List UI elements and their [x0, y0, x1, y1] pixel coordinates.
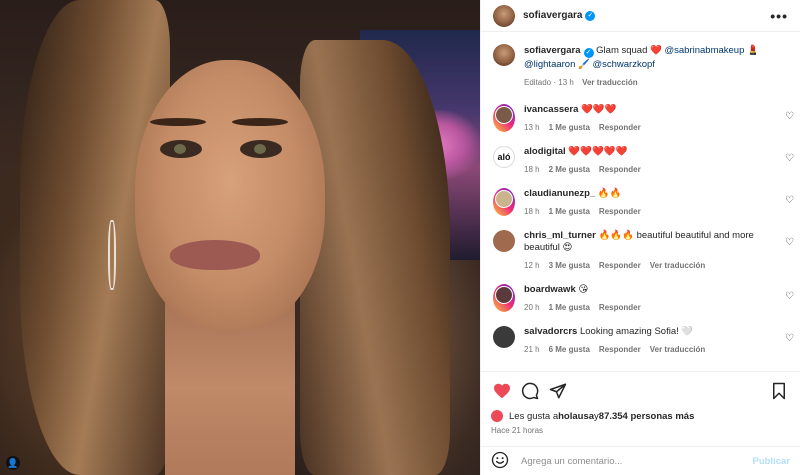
caption: sofiavergara ✓ Glam squad ❤️ @sabrinabmak…: [481, 32, 800, 89]
commenter-username[interactable]: claudianunezp_: [524, 188, 595, 199]
comment-time[interactable]: 18 h: [524, 207, 540, 216]
caption-emoji: 💄: [744, 45, 759, 56]
face: [135, 60, 325, 330]
reply-button[interactable]: Responder: [599, 207, 641, 216]
like-comment-heart-icon[interactable]: ♡: [785, 333, 794, 344]
hair-right: [300, 40, 450, 475]
comments-list[interactable]: sofiavergara ✓ Glam squad ❤️ @sabrinabmak…: [481, 32, 800, 372]
reply-button[interactable]: Responder: [599, 123, 641, 132]
caption-emoji: 🖌️: [575, 59, 593, 70]
comment-icon[interactable]: [519, 380, 541, 402]
comment-input[interactable]: [521, 455, 753, 467]
lips: [170, 240, 260, 270]
reply-button[interactable]: Responder: [599, 345, 641, 354]
reply-button[interactable]: Responder: [599, 261, 641, 270]
comment-time[interactable]: 13 h: [524, 123, 540, 132]
liker-username[interactable]: holausa: [558, 411, 594, 422]
see-translation-link[interactable]: Ver traducción: [650, 261, 706, 270]
comment-likes[interactable]: 3 Me gusta: [549, 261, 590, 270]
caption-time[interactable]: 13 h: [558, 78, 574, 87]
eye-right: [240, 140, 282, 158]
comment-likes[interactable]: 6 Me gusta: [549, 345, 590, 354]
mention-link[interactable]: @sabrinabmakeup: [664, 45, 744, 56]
comment-time[interactable]: 18 h: [524, 165, 540, 174]
comment-row: ivancassera ❤️❤️❤️ 13 h 1 Me gusta Respond…: [481, 104, 800, 132]
author-avatar[interactable]: [493, 4, 515, 27]
liker-avatar[interactable]: [491, 410, 503, 422]
caption-text: Glam squad ❤️: [593, 45, 665, 56]
earring: [108, 220, 116, 290]
comment-time[interactable]: 21 h: [524, 345, 540, 354]
commenter-avatar[interactable]: [493, 230, 515, 252]
like-comment-heart-icon[interactable]: ♡: [785, 291, 794, 302]
eyebrow-right: [232, 118, 288, 126]
commenter-avatar[interactable]: aló: [493, 146, 515, 168]
commenter-username[interactable]: chris_ml_turner: [524, 230, 596, 241]
comment-likes[interactable]: 2 Me gusta: [549, 165, 590, 174]
verified-badge-icon: ✓: [583, 48, 594, 58]
commenter-username[interactable]: ivancassera: [524, 104, 578, 115]
tagged-people-icon[interactable]: 👤: [6, 456, 20, 470]
edited-label: Editado: [524, 78, 552, 87]
comment-row: chris_ml_turner 🔥🔥🔥 beautiful beautiful …: [481, 230, 800, 270]
post-timestamp[interactable]: Hace 21 horas: [491, 426, 543, 435]
mention-link[interactable]: @schwarzkopf: [592, 59, 654, 70]
like-comment-heart-icon[interactable]: ♡: [785, 111, 794, 122]
add-comment-bar: Publicar: [481, 446, 800, 475]
mention-link[interactable]: @lightaaron: [524, 59, 575, 70]
commenter-username[interactable]: salvadorcrs: [524, 326, 577, 337]
like-comment-heart-icon[interactable]: ♡: [785, 237, 794, 248]
more-options-icon[interactable]: •••: [770, 8, 788, 24]
author-username[interactable]: sofiavergara: [523, 10, 582, 21]
comment-time[interactable]: 20 h: [524, 303, 540, 312]
comment-time[interactable]: 12 h: [524, 261, 540, 270]
verified-badge-icon: ✓: [585, 10, 596, 21]
see-translation-link[interactable]: Ver traducción: [650, 345, 706, 354]
like-comment-heart-icon[interactable]: ♡: [785, 153, 794, 164]
bookmark-icon[interactable]: [768, 380, 790, 402]
comment-row: claudianunezp_ 🔥🔥 18 h 1 Me gusta Responde…: [481, 188, 800, 216]
commenter-username[interactable]: boardwawk: [524, 284, 576, 295]
comment-row: boardwawk 😘 20 h 1 Me gusta Responder ♡: [481, 284, 800, 312]
like-comment-heart-icon[interactable]: ♡: [785, 195, 794, 206]
publish-button[interactable]: Publicar: [753, 456, 791, 467]
post-header: sofiavergara ✓ •••: [481, 0, 800, 32]
comment-text: 😘: [578, 284, 589, 295]
commenter-avatar[interactable]: [493, 326, 515, 348]
post-photo[interactable]: 👤: [0, 0, 480, 475]
caption-username[interactable]: sofiavergara: [524, 45, 581, 56]
commenter-avatar[interactable]: [493, 284, 515, 312]
likes-prefix: Les gusta a: [509, 410, 559, 422]
eyebrow-left: [150, 118, 206, 126]
comment-text: 🔥🔥: [597, 188, 622, 199]
comment-text: ❤️❤️❤️❤️❤️: [568, 146, 628, 157]
commenter-username[interactable]: alodigital: [524, 146, 566, 157]
eye-left: [160, 140, 202, 158]
likes-summary[interactable]: Les gusta a holausa y 87.354 personas má…: [491, 410, 694, 422]
comment-likes[interactable]: 1 Me gusta: [549, 303, 590, 312]
reply-button[interactable]: Responder: [599, 303, 641, 312]
comment-text: Looking amazing Sofia! 🤍: [579, 326, 694, 337]
caption-avatar[interactable]: [493, 44, 515, 66]
share-icon[interactable]: [547, 380, 569, 402]
comment-likes[interactable]: 1 Me gusta: [549, 123, 590, 132]
post-actions-bar: [481, 378, 800, 404]
emoji-icon[interactable]: [491, 451, 509, 472]
reply-button[interactable]: Responder: [599, 165, 641, 174]
post-dialog: 👤 sofiavergara ✓ ••• sofiavergara ✓ Glam …: [0, 0, 800, 475]
comment-row: salvadorcrs Looking amazing Sofia! 🤍 21 …: [481, 326, 800, 354]
see-translation-link[interactable]: Ver traducción: [582, 78, 638, 87]
comment-text: ❤️❤️❤️: [581, 104, 617, 115]
comment-row: aló alodigital ❤️❤️❤️❤️❤️ 18 h 2 Me gusta…: [481, 146, 800, 174]
liked-heart-icon[interactable]: [491, 380, 513, 402]
comment-likes[interactable]: 1 Me gusta: [549, 207, 590, 216]
likes-count[interactable]: 87.354 personas más: [599, 411, 695, 422]
commenter-avatar[interactable]: [493, 104, 515, 132]
commenter-avatar[interactable]: [493, 188, 515, 216]
post-side-panel: sofiavergara ✓ ••• sofiavergara ✓ Glam sq…: [480, 0, 800, 475]
